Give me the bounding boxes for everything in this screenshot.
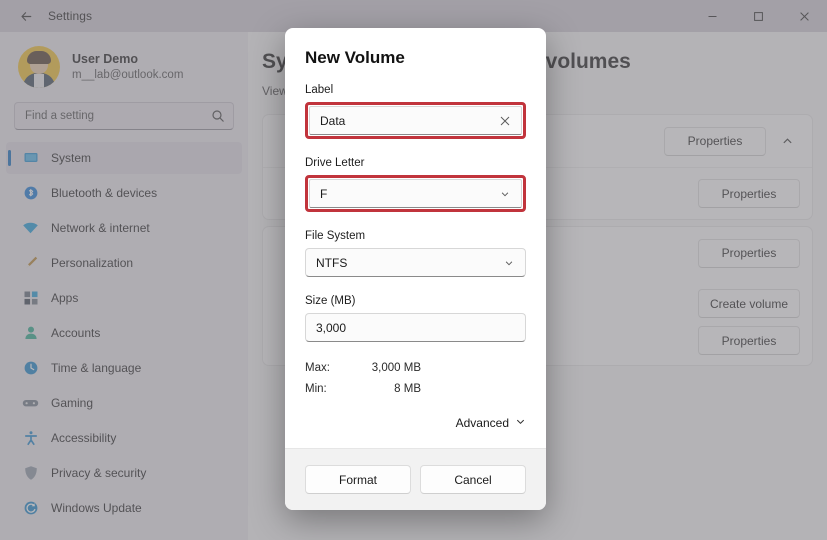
label-input[interactable]: Data — [309, 106, 522, 135]
advanced-toggle[interactable]: Advanced — [305, 408, 526, 430]
file-system-field-label: File System — [305, 230, 366, 242]
chevron-down-icon — [515, 416, 526, 430]
file-system-select[interactable]: NTFS — [305, 248, 526, 277]
label-field-label: Label — [305, 84, 334, 96]
size-max-value: 3,000 MB — [371, 362, 421, 374]
close-x-icon[interactable] — [498, 114, 512, 128]
dialog-footer: Format Cancel — [285, 448, 546, 510]
size-info: Max: 3,000 MB Min: 8 MB — [305, 358, 526, 400]
cancel-button[interactable]: Cancel — [420, 465, 526, 494]
new-volume-dialog: New Volume Label Data Drive Letter F Fil… — [285, 28, 546, 510]
label-field-group: Label Data — [305, 84, 526, 139]
drive-letter-field-group: Drive Letter F — [305, 157, 526, 212]
settings-window: System > Storage > Disks & volumes View … — [0, 0, 827, 540]
size-field-group: Size (MB) 3,000 — [305, 295, 526, 342]
advanced-label: Advanced — [455, 416, 509, 430]
drive-letter-field-highlight: F — [305, 175, 526, 212]
file-system-field-group: File System NTFS — [305, 230, 526, 277]
drive-letter-value: F — [320, 186, 328, 201]
size-input-value: 3,000 — [316, 320, 347, 335]
drive-letter-select[interactable]: F — [309, 179, 522, 208]
size-min-row: Min: 8 MB — [305, 379, 526, 400]
dialog-title: New Volume — [305, 48, 405, 67]
label-input-value: Data — [320, 113, 346, 128]
size-min-value: 8 MB — [394, 383, 421, 395]
size-input[interactable]: 3,000 — [305, 313, 526, 342]
size-max-row: Max: 3,000 MB — [305, 358, 526, 379]
format-button[interactable]: Format — [305, 465, 411, 494]
label-field-highlight: Data — [305, 102, 526, 139]
chevron-down-icon[interactable] — [498, 187, 512, 201]
file-system-value: NTFS — [316, 255, 348, 270]
size-max-key: Max: — [305, 362, 330, 374]
drive-letter-field-label: Drive Letter — [305, 157, 365, 169]
dialog-body: New Volume Label Data Drive Letter F Fil… — [285, 28, 546, 448]
size-field-label: Size (MB) — [305, 295, 356, 307]
size-min-key: Min: — [305, 383, 327, 395]
chevron-down-icon[interactable] — [502, 256, 516, 270]
